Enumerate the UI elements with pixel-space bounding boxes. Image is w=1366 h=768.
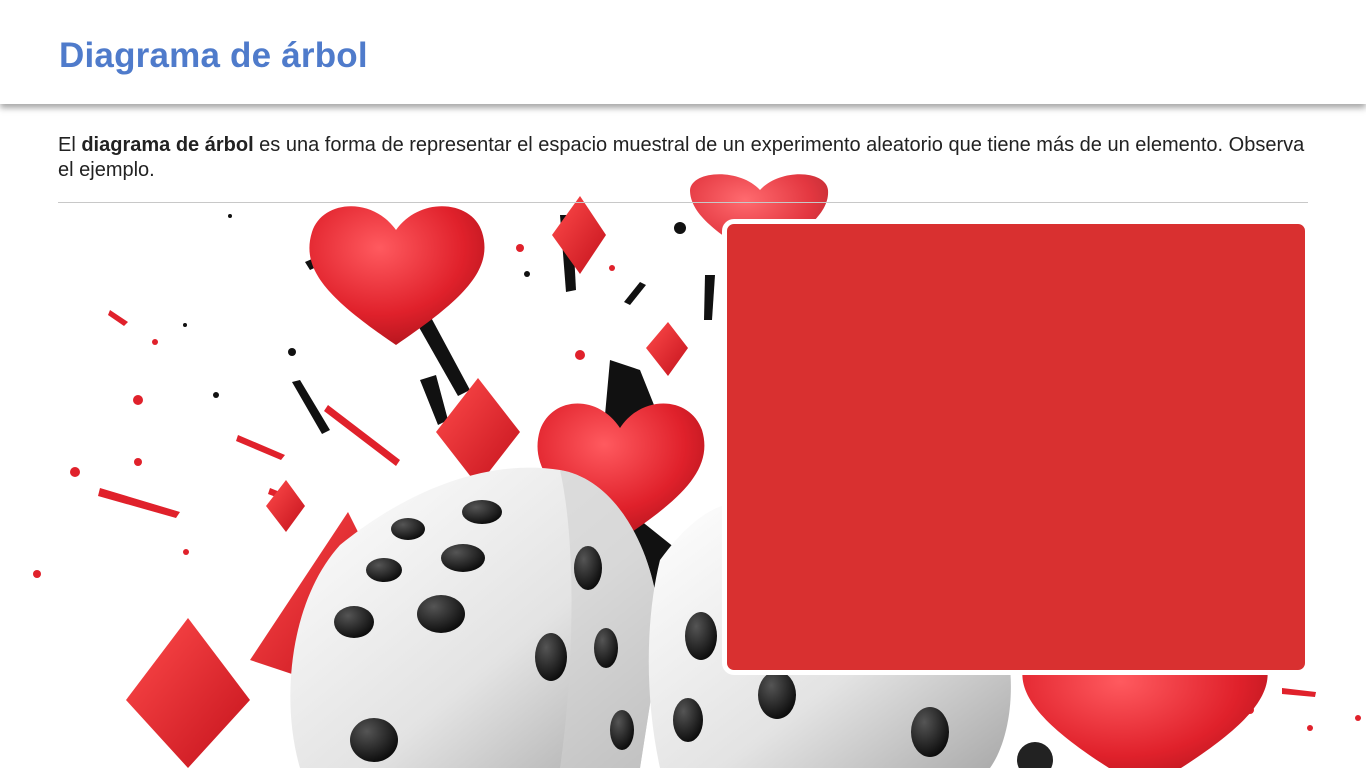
page-header: Diagrama de árbol — [0, 0, 1366, 104]
intro-lead: El — [58, 134, 82, 156]
diamond-icon — [126, 618, 250, 768]
ball-icon — [1017, 742, 1053, 768]
intro-bold-term: diagrama de árbol — [81, 134, 254, 156]
page-title: Diagrama de árbol — [59, 36, 368, 75]
heart-icon — [309, 206, 485, 345]
diamond-icon — [266, 480, 305, 532]
dice-icon — [290, 467, 660, 768]
intro-paragraph: El diagrama de árbol es una forma de rep… — [58, 133, 1308, 183]
diamond-icon — [646, 322, 688, 376]
divider — [58, 202, 1308, 203]
example-panel — [722, 219, 1310, 675]
diamond-icon — [552, 196, 606, 274]
